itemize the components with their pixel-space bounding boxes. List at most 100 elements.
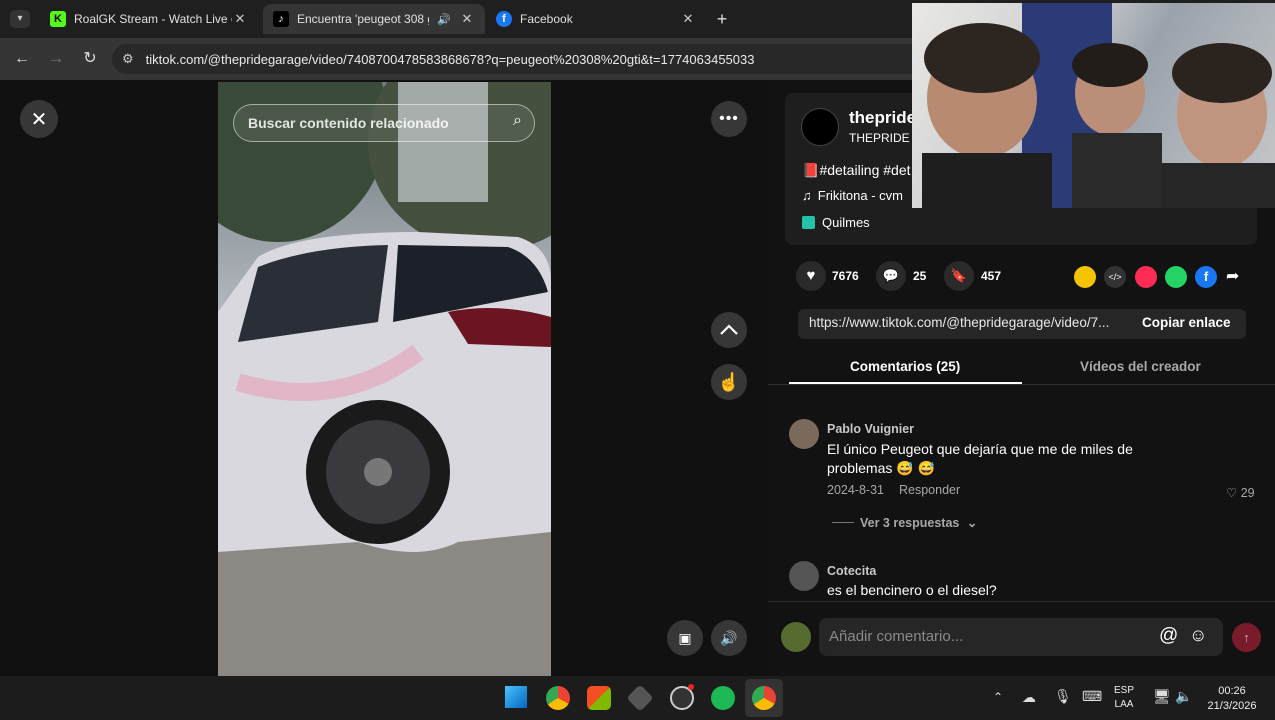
comment-author[interactable]: Pablo Vuignier (827, 422, 914, 436)
copy-link-button[interactable]: Copiar enlace (1142, 315, 1231, 330)
close-icon[interactable]: ✕ (459, 11, 475, 27)
hashtags[interactable]: 📕#detailing #det (802, 162, 911, 179)
close-icon[interactable]: ✕ (680, 11, 696, 27)
keyboard-icon[interactable]: ⌨ (1082, 688, 1102, 705)
tab-creator-videos[interactable]: Vídeos del creador (1080, 359, 1201, 374)
chevron-down-icon: ⌄ (966, 516, 978, 530)
comment-date: 2024-8-31 (827, 483, 884, 497)
send-to-friends-icon[interactable] (1135, 266, 1157, 288)
previous-video-button[interactable] (711, 312, 747, 348)
unity-icon[interactable] (626, 684, 654, 712)
video-link: https://www.tiktok.com/@thepridegarage/v… (809, 315, 1110, 330)
line-icon (832, 522, 854, 523)
save-count: 457 (981, 269, 1002, 283)
view-replies-label: Ver 3 respuestas (860, 516, 960, 530)
spotify-icon[interactable] (711, 686, 735, 710)
input-divider (768, 601, 1275, 602)
speaker-icon[interactable]: 🔊 (437, 13, 451, 26)
comment-text: es el bencinero o el diesel? (827, 582, 997, 598)
tray-chevron-icon[interactable]: ⌃ (993, 690, 1003, 704)
forward-icon[interactable]: → (45, 49, 67, 69)
comment-like-button[interactable]: ♡ 29 (1226, 485, 1255, 500)
next-video-button[interactable]: ☝ (711, 364, 747, 400)
comment-button[interactable]: 💬 (876, 261, 906, 291)
current-user-avatar (781, 622, 811, 652)
notification-dot-icon (688, 684, 694, 690)
webcam-overlay (912, 3, 1275, 208)
chrome-icon[interactable] (546, 686, 570, 710)
facebook-icon: f (496, 11, 512, 27)
repost-icon[interactable] (1074, 266, 1096, 288)
whatsapp-icon[interactable] (1165, 266, 1187, 288)
comment-count: 25 (913, 269, 927, 283)
location-label: Quilmes (822, 215, 870, 230)
url-text: tiktok.com/@thepridegarage/video/7408700… (145, 51, 755, 67)
tabs-divider (768, 384, 1275, 385)
language-indicator[interactable]: ESP LAA (1114, 684, 1134, 712)
network-icon[interactable]: 🖥 (1153, 688, 1171, 705)
more-options-button[interactable]: ••• (711, 101, 747, 137)
video-player[interactable]: Buscar contenido relacionado ⌕ (218, 82, 551, 676)
hashtags-text: #detailing #det (819, 162, 911, 178)
microsoft-store-icon[interactable] (587, 686, 611, 710)
creator-handle: THEPRIDE (849, 131, 910, 145)
facebook-share-icon[interactable]: f (1195, 266, 1217, 288)
embed-icon[interactable]: </> (1104, 266, 1126, 288)
streamers-webcam-image (922, 3, 1275, 208)
reply-button[interactable]: Responder (899, 483, 960, 497)
tab-tiktok[interactable]: ♪ Encuentra 'peugeot 308 gti 🔊 ✕ (263, 4, 485, 34)
location-row[interactable]: Quilmes (802, 215, 870, 230)
kick-icon: K (50, 11, 66, 27)
tab-roalgk[interactable]: K RoalGK Stream - Watch Live on ✕ (40, 4, 258, 34)
onedrive-icon[interactable]: ☁ (1022, 689, 1036, 706)
heart-outline-icon: ♡ (1226, 486, 1238, 500)
tab-comments[interactable]: Comentarios (25) (850, 359, 960, 374)
clock[interactable]: 00:26 21/3/2026 (1204, 684, 1260, 714)
location-pin-icon (802, 216, 815, 229)
music-row[interactable]: ♫ Frikitona - cvm (802, 188, 903, 203)
site-settings-icon[interactable]: ⚙ (122, 51, 134, 67)
clock-date: 21/3/2026 (1207, 700, 1257, 712)
related-search-input[interactable]: Buscar contenido relacionado (248, 115, 449, 131)
hand-cursor-icon: ☝ (717, 371, 741, 392)
chrome-active-icon[interactable] (752, 686, 776, 710)
clock-time: 00:26 (1218, 685, 1246, 697)
mention-icon[interactable]: @ (1159, 625, 1178, 647)
taskbar: ⌃ ☁ 🎙 ⌨ ESP LAA 🖥 🔈 00:26 21/3/2026 (0, 676, 1275, 720)
floating-player-button[interactable]: ▣ (667, 620, 703, 656)
like-button[interactable]: ♥ (796, 261, 826, 291)
related-search-box[interactable]: Buscar contenido relacionado ⌕ (233, 104, 535, 142)
search-icon[interactable]: ⌕ (513, 112, 522, 130)
commenter-avatar[interactable] (789, 561, 819, 591)
close-viewer-button[interactable]: ✕ (20, 100, 58, 138)
tab-title: Encuentra 'peugeot 308 gti (297, 12, 430, 26)
car-video-frame (218, 82, 551, 676)
like-count: 7676 (832, 269, 859, 283)
volume-button[interactable]: 🔊 (711, 620, 747, 656)
share-arrow-icon[interactable]: ➦ (1226, 266, 1239, 286)
back-icon[interactable]: ← (11, 49, 33, 69)
tiktok-icon: ♪ (273, 11, 289, 27)
emoji-icon[interactable]: ☺ (1189, 625, 1207, 646)
microphone-icon[interactable]: 🎙 (1054, 688, 1072, 705)
post-comment-button[interactable]: ↑ (1232, 623, 1261, 652)
music-title: Frikitona - cvm (817, 188, 903, 203)
tab-list-dropdown-icon[interactable]: ▾ (10, 10, 30, 28)
comment-like-count: 29 (1240, 486, 1255, 500)
windows-start-icon[interactable] (505, 686, 527, 708)
close-icon[interactable]: ✕ (232, 11, 248, 27)
comment-input-box[interactable]: Añadir comentario... @ ☺ (819, 618, 1223, 656)
music-note-icon: ♫ (802, 188, 812, 203)
commenter-avatar[interactable] (789, 419, 819, 449)
creator-username[interactable]: thepride (849, 108, 916, 128)
comment-input[interactable]: Añadir comentario... (829, 628, 963, 645)
new-tab-icon[interactable]: + (712, 9, 732, 29)
reload-icon[interactable]: ↻ (79, 49, 101, 69)
save-button[interactable]: 🔖 (944, 261, 974, 291)
comment-author[interactable]: Cotecita (827, 564, 876, 578)
volume-tray-icon[interactable]: 🔈 (1175, 688, 1192, 705)
tab-facebook[interactable]: f Facebook ✕ (486, 4, 706, 34)
language-code: ESP (1114, 685, 1135, 696)
view-replies-button[interactable]: Ver 3 respuestas ⌄ (832, 515, 977, 530)
avatar[interactable] (801, 108, 839, 146)
